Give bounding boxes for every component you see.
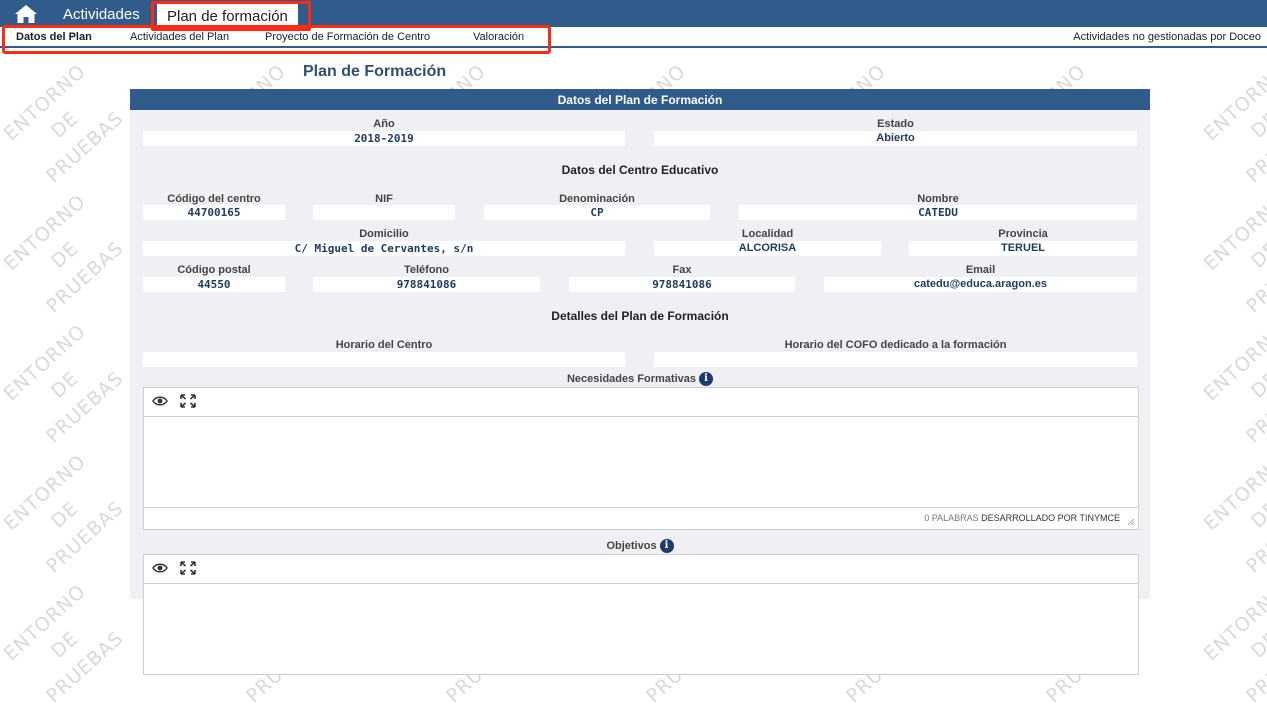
- resize-grip-icon[interactable]: [1127, 518, 1135, 526]
- preview-eye-icon[interactable]: [152, 394, 168, 408]
- plan-data-panel: Datos del Plan de Formación Año 2018-201…: [130, 89, 1150, 675]
- nif-label: NIF: [375, 193, 393, 205]
- subnav-valoracion[interactable]: Valoración: [473, 31, 524, 43]
- necesidades-editor: 0 PALABRAS DESARROLLADO POR TINYMCE: [143, 387, 1139, 530]
- word-count: 0 PALABRAS: [924, 513, 979, 523]
- horario-centro-field[interactable]: [143, 352, 625, 367]
- estado-label: Estado: [877, 118, 914, 130]
- horario-cofo-field[interactable]: [654, 352, 1137, 367]
- fullscreen-icon[interactable]: [180, 394, 196, 408]
- provincia-field[interactable]: TERUEL: [909, 241, 1137, 256]
- codigo-postal-field[interactable]: 44550: [143, 277, 285, 292]
- tab-plan-de-formacion[interactable]: Plan de formación: [157, 3, 298, 27]
- objetivos-label: Objetivos: [606, 539, 657, 552]
- actividades-no-gestionadas-link[interactable]: Actividades no gestionadas por Doceo: [1073, 31, 1261, 43]
- anio-label: Año: [373, 118, 395, 130]
- tinymce-credit[interactable]: DESARROLLADO POR TINYMCE: [981, 513, 1120, 523]
- domicilio-field[interactable]: C/ Miguel de Cervantes, s/n: [143, 241, 625, 256]
- watermark-text: ENTORNODEPRUEBAS: [0, 580, 128, 708]
- estado-field[interactable]: Abierto: [654, 131, 1137, 146]
- objetivos-title: Objetivos i: [130, 539, 1150, 553]
- watermark-text: ENTORNODEPRUEBAS: [0, 320, 128, 448]
- watermark-text: ENTORNODEPRUEBAS: [1199, 580, 1267, 708]
- codigo-postal-label: Código postal: [177, 264, 251, 276]
- watermark-text: ENTORNODEPRUEBAS: [1199, 320, 1267, 448]
- codigo-centro-label: Código del centro: [167, 193, 261, 205]
- provincia-label: Provincia: [998, 228, 1048, 240]
- watermark-text: ENTORNODEPRUEBAS: [0, 60, 128, 188]
- centro-section-title: Datos del Centro Educativo: [561, 163, 719, 177]
- editor-status-bar: 0 PALABRAS DESARROLLADO POR TINYMCE: [144, 507, 1138, 529]
- fullscreen-icon[interactable]: [180, 561, 196, 575]
- editor-toolbar: [144, 555, 1138, 584]
- watermark-text: ENTORNODEPRUEBAS: [1199, 450, 1267, 578]
- necesidades-text-area[interactable]: [144, 417, 1138, 507]
- codigo-centro-field[interactable]: 44700165: [143, 205, 285, 220]
- anio-field[interactable]: 2018-2019: [143, 131, 625, 146]
- page-title: Plan de Formación: [303, 63, 447, 80]
- detalles-section-title: Detalles del Plan de Formación: [551, 309, 729, 323]
- editor-toolbar: [144, 388, 1138, 417]
- denominacion-label: Denominación: [559, 193, 635, 205]
- necesidades-title: Necesidades Formativas i: [130, 372, 1150, 386]
- telefono-label: Teléfono: [403, 264, 449, 276]
- necesidades-label: Necesidades Formativas: [566, 372, 696, 385]
- info-icon[interactable]: i: [659, 539, 674, 553]
- horario-centro-label: Horario del Centro: [335, 339, 433, 351]
- objetivos-text-area[interactable]: [144, 584, 1138, 674]
- watermark-text: ENTORNODEPRUEBAS: [1199, 60, 1267, 188]
- subnav-actividades-del-plan[interactable]: Actividades del Plan: [130, 31, 229, 43]
- watermark-text: ENTORNODEPRUEBAS: [0, 190, 128, 318]
- domicilio-label: Domicilio: [359, 228, 409, 240]
- watermark-text: ENTORNODEPRUEBAS: [0, 450, 128, 578]
- sub-navigation: Datos del Plan Actividades del Plan Proy…: [0, 27, 1267, 48]
- localidad-field[interactable]: ALCORISA: [654, 241, 881, 256]
- objetivos-editor: [143, 554, 1139, 675]
- nif-field[interactable]: [313, 205, 455, 220]
- subnav-datos-del-plan[interactable]: Datos del Plan: [16, 31, 92, 43]
- email-field[interactable]: catedu@educa.aragon.es: [824, 277, 1137, 292]
- denominacion-field[interactable]: CP: [484, 205, 710, 220]
- panel-header: Datos del Plan de Formación: [130, 89, 1150, 110]
- top-navigation-bar: Actividades Plan de formación: [0, 0, 1267, 27]
- info-icon[interactable]: i: [699, 372, 713, 386]
- nombre-field[interactable]: CATEDU: [739, 205, 1137, 220]
- fax-label: Fax: [672, 264, 692, 276]
- localidad-label: Localidad: [741, 228, 794, 240]
- nombre-label: Nombre: [917, 193, 959, 205]
- tab-actividades[interactable]: Actividades: [63, 0, 140, 27]
- fax-field[interactable]: 978841086: [569, 277, 795, 292]
- email-label: Email: [965, 264, 996, 276]
- subnav-proyecto-formacion-centro[interactable]: Proyecto de Formación de Centro: [265, 31, 430, 43]
- home-icon[interactable]: [14, 4, 38, 24]
- watermark-text: ENTORNODEPRUEBAS: [1199, 190, 1267, 318]
- telefono-field[interactable]: 978841086: [313, 277, 540, 292]
- preview-eye-icon[interactable]: [152, 561, 168, 575]
- horario-cofo-label: Horario del COFO dedicado a la formación: [784, 339, 1007, 351]
